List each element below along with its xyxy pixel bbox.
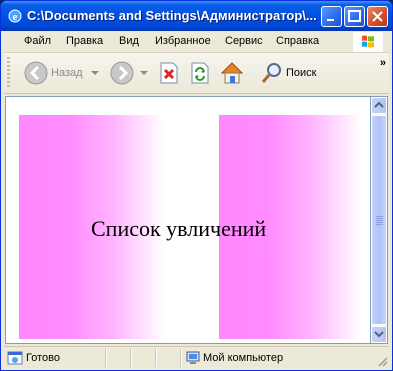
close-icon bbox=[372, 11, 383, 22]
maximize-icon bbox=[348, 10, 361, 22]
vertical-scrollbar[interactable] bbox=[371, 96, 388, 344]
status-separator bbox=[180, 349, 182, 367]
minimize-button[interactable] bbox=[321, 6, 342, 27]
menu-item-file[interactable]: Файл bbox=[24, 35, 51, 47]
back-dropdown-icon[interactable] bbox=[91, 71, 99, 76]
scroll-up-button[interactable] bbox=[371, 97, 387, 114]
refresh-icon[interactable] bbox=[190, 62, 210, 84]
page-text: Список увличений bbox=[91, 216, 267, 241]
windows-logo-icon bbox=[353, 32, 383, 52]
standard-toolbar: Назад Поиск » bbox=[4, 53, 389, 94]
menu-item-favorites[interactable]: Избранное bbox=[155, 35, 211, 47]
title-bar[interactable]: e C:\Documents and Settings\Администрато… bbox=[1, 1, 392, 31]
my-computer-icon bbox=[186, 351, 200, 364]
back-arrow-icon[interactable] bbox=[24, 61, 48, 85]
menu-item-view[interactable]: Вид bbox=[119, 35, 139, 47]
status-separator bbox=[155, 349, 157, 367]
menu-item-tools[interactable]: Сервис bbox=[225, 35, 263, 47]
chevron-up-icon bbox=[374, 101, 384, 108]
resize-grip-icon[interactable] bbox=[376, 355, 388, 367]
status-separator bbox=[130, 349, 132, 367]
svg-text:e: e bbox=[13, 11, 18, 23]
status-text: Готово bbox=[26, 352, 60, 364]
forward-dropdown-icon[interactable] bbox=[140, 71, 148, 76]
forward-arrow-icon[interactable] bbox=[110, 61, 134, 85]
scroll-thumb-grip bbox=[376, 216, 383, 225]
browser-window: e C:\Documents and Settings\Администрато… bbox=[0, 0, 393, 371]
back-button-label[interactable]: Назад bbox=[51, 67, 83, 79]
menu-item-edit[interactable]: Правка bbox=[66, 35, 103, 47]
search-icon[interactable] bbox=[260, 61, 284, 85]
home-icon[interactable] bbox=[219, 60, 245, 86]
zone-text: Мой компьютер bbox=[203, 352, 284, 364]
chevron-down-icon bbox=[374, 331, 384, 338]
stop-icon[interactable] bbox=[159, 62, 179, 84]
search-button-label[interactable]: Поиск bbox=[286, 67, 316, 79]
maximize-button[interactable] bbox=[344, 6, 365, 27]
toolbar-overflow-chevron[interactable]: » bbox=[380, 57, 386, 69]
menu-item-help[interactable]: Справка bbox=[276, 35, 319, 47]
window-title: C:\Documents and Settings\Администратор\… bbox=[27, 8, 317, 23]
page-viewport: Список увличений bbox=[5, 96, 371, 344]
scroll-down-button[interactable] bbox=[371, 326, 387, 343]
status-bar: Готово Мой компьютер bbox=[4, 346, 389, 369]
menu-bar: Файл Правка Вид Избранное Сервис Справка bbox=[4, 31, 389, 53]
minimize-icon bbox=[327, 19, 334, 21]
toolbar-grip[interactable] bbox=[7, 57, 10, 89]
internet-explorer-icon: e bbox=[8, 9, 22, 23]
scroll-thumb[interactable] bbox=[371, 115, 387, 325]
status-separator bbox=[105, 349, 107, 367]
page-done-icon bbox=[7, 351, 23, 365]
close-button[interactable] bbox=[367, 6, 388, 27]
